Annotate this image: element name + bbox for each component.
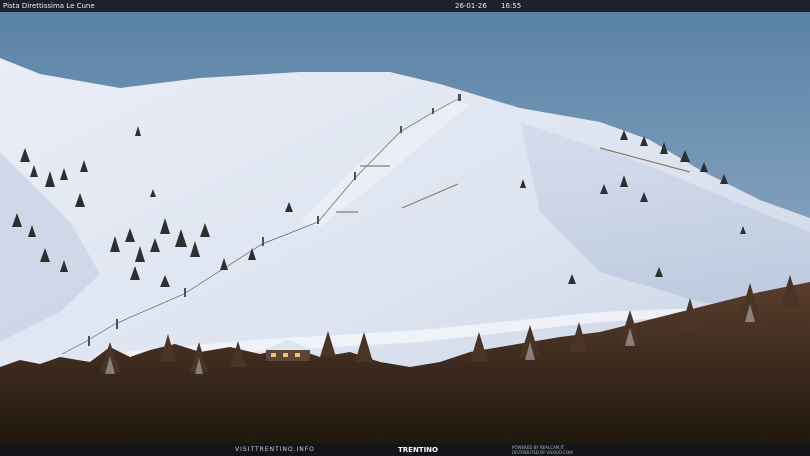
site-link[interactable]: VISITTRENTINO.INFO: [235, 444, 315, 456]
header-bar: Pista Direttissima Le Cune 26-01-26 16:5…: [0, 0, 810, 12]
mountain-scene: [0, 12, 810, 444]
footer-bar: VISITTRENTINO.INFO TRENTINO POWERED BY R…: [0, 444, 810, 456]
powered-line-2: DISTRIBUTED BY VIEOUD.COM: [512, 450, 573, 455]
time-label: 16:55: [501, 2, 522, 10]
powered-by: POWERED BY REALCAM.IT DISTRIBUTED BY VIE…: [512, 445, 573, 455]
location-label: Pista Direttissima Le Cune: [3, 2, 95, 10]
date-label: 26-01-26: [455, 2, 487, 10]
webcam-frame: Pista Direttissima Le Cune 26-01-26 16:5…: [0, 0, 810, 456]
trentino-logo: TRENTINO: [398, 446, 438, 454]
